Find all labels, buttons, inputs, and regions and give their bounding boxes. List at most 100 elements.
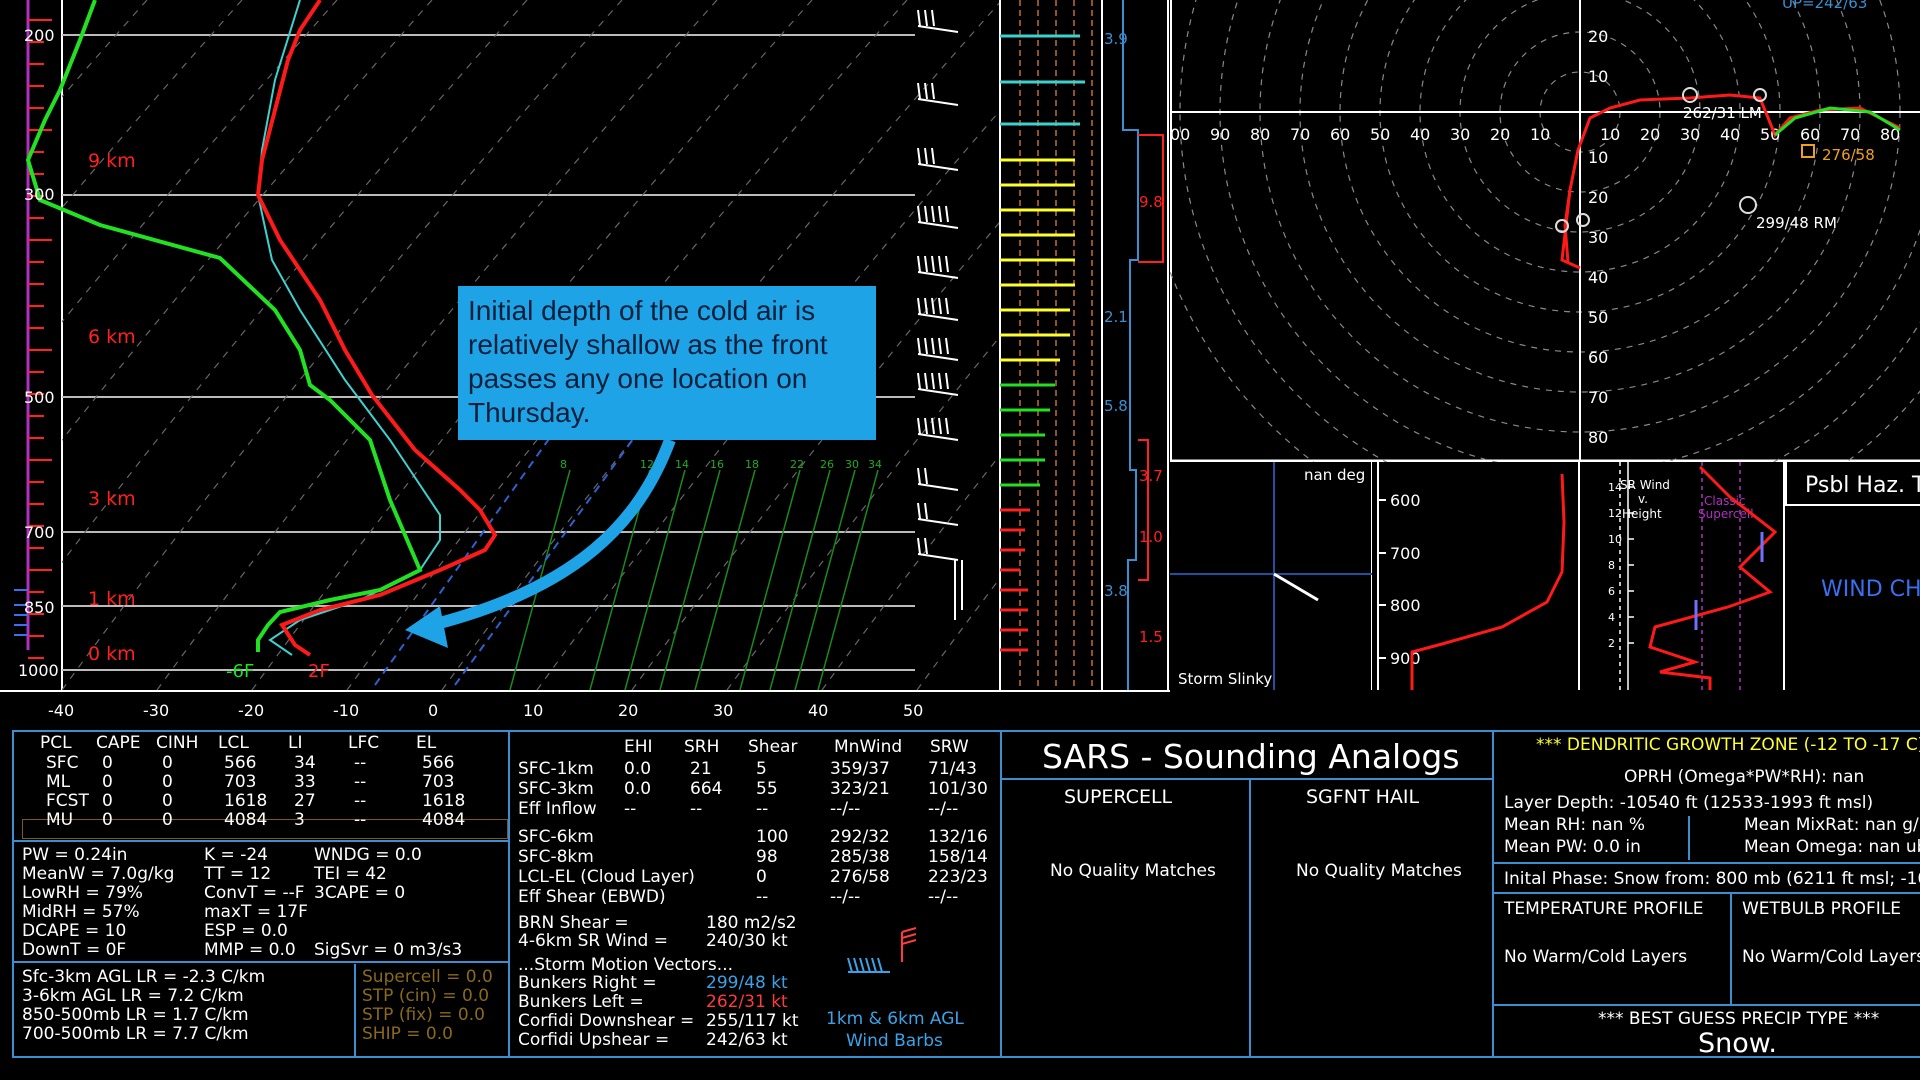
omega-trace — [1410, 473, 1566, 690]
hazard-title: Psbl Haz. T — [1805, 473, 1920, 498]
winter-panel: *** DENDRITIC GROWTH ZONE (-12 TO -17 C)… — [1492, 730, 1920, 1058]
sars-panel: SARS - Sounding Analogs SUPERCELL SGFNT … — [1000, 730, 1496, 1058]
hodo-x-label: 40 — [1410, 125, 1430, 144]
layer-depth-text: Layer Depth: -10540 ft (12533-1993 ft ms… — [1504, 793, 1874, 813]
hodo-y-label: 70 — [1588, 388, 1608, 407]
table-cell: LCL-EL (Cloud Layer) — [518, 867, 695, 887]
mixing-ratio-label: 8 — [560, 458, 567, 471]
hodo-y-label: 50 — [1588, 308, 1608, 327]
barb-caption: 1km & 6km AGL — [826, 1009, 964, 1029]
table-cell: 101/30 — [928, 779, 988, 799]
barb-caption: Wind Barbs — [846, 1031, 943, 1051]
table-cell: LowRH = 79% — [22, 883, 143, 903]
height-label: 6 km — [88, 326, 136, 348]
height-label: 0 km — [88, 643, 136, 665]
table-cell: LI — [288, 733, 303, 753]
rm-label: 299/48 RM — [1756, 214, 1837, 232]
table-cell: SRW — [930, 737, 969, 757]
hodo-y-label: 80 — [1588, 428, 1608, 447]
table-cell: 132/16 — [928, 827, 988, 847]
table-cell: 359/37 — [830, 759, 890, 779]
advection-label: 1.0 — [1139, 528, 1163, 546]
mixing-ratio-label: 18 — [745, 458, 759, 471]
hodo-x-label: 10 — [1530, 125, 1550, 144]
table-cell: 100 — [756, 827, 789, 847]
sfc-dewpoint-label: -6F — [226, 661, 254, 682]
srwind-tick-label: 12 — [1608, 507, 1622, 520]
mean-wind-label: 276/58 — [1822, 146, 1875, 164]
hodo-x-label: 20 — [1640, 125, 1660, 144]
srwind-tick-label: 8 — [1608, 559, 1615, 572]
table-cell: 703 — [224, 772, 257, 792]
table-cell: SigSvr = 0 m3/s3 — [314, 940, 463, 960]
table-cell: 0 — [102, 753, 113, 773]
srwind-title: Height — [1622, 507, 1662, 521]
pressure-label: 700 — [24, 523, 55, 542]
table-cell: 242/63 kt — [706, 1030, 788, 1050]
table-cell: ESP = 0.0 — [204, 921, 288, 941]
table-cell: 664 — [690, 779, 723, 799]
mixing-ratio-labels: 8 12 14 16 18 22 26 30 34 — [560, 458, 882, 471]
temperature-tick-label: 0 — [428, 701, 438, 720]
pressure-label: 200 — [24, 26, 55, 45]
table-cell: MnWind — [834, 737, 903, 757]
mean-wind-marker — [1801, 144, 1815, 158]
omega-panel: 600 700 800 900 — [1377, 462, 1580, 690]
table-cell: MeanW = 7.0g/kg — [22, 864, 175, 884]
table-cell: 276/58 — [830, 867, 890, 887]
pressure-label: 850 — [24, 598, 55, 617]
slinky-title: Storm Slinky — [1178, 670, 1272, 688]
mixing-ratio-label: 34 — [868, 458, 882, 471]
table-cell: Bunkers Left = — [518, 992, 644, 1012]
mean-omega-text: Mean Omega: nan ub/s — [1744, 837, 1920, 857]
table-cell: ConvT = --F — [204, 883, 305, 903]
srwind-tick-label: 10 — [1608, 533, 1622, 546]
table-cell: Shear — [748, 737, 798, 757]
table-cell: --/-- — [928, 799, 959, 819]
omega-label: 800 — [1390, 596, 1421, 615]
table-cell: SRH — [684, 737, 720, 757]
hodo-x-label: 60 — [1330, 125, 1350, 144]
table-cell: FCST — [46, 791, 89, 811]
warm-advection-box — [1138, 439, 1149, 581]
table-cell: Bunkers Right = — [518, 973, 657, 993]
table-cell: ML — [46, 772, 71, 792]
lm-label: 262/31 LM — [1683, 104, 1762, 122]
table-cell: 71/43 — [928, 759, 977, 779]
table-cell: -- — [756, 887, 769, 907]
hodo-x-label: 50 — [1370, 125, 1390, 144]
table-cell: 4084 — [422, 810, 466, 830]
table-cell: Supercell = 0.0 — [362, 967, 493, 987]
hodo-y-label: 60 — [1588, 348, 1608, 367]
table-cell: Corfidi Downshear = — [518, 1011, 695, 1031]
table-cell: SFC — [46, 753, 79, 773]
table-cell: PCL — [40, 733, 72, 753]
table-cell: 566 — [422, 753, 455, 773]
table-cell: --/-- — [928, 887, 959, 907]
hodo-x-label: 80 — [1250, 125, 1270, 144]
hodo-y-label: 40 — [1588, 268, 1608, 287]
advection-label: 3.8 — [1104, 582, 1128, 600]
table-cell: --/-- — [830, 799, 861, 819]
mixing-ratio-label: 14 — [675, 458, 689, 471]
temperature-tick-label: -40 — [48, 701, 74, 720]
table-cell: SHIP = 0.0 — [362, 1024, 453, 1044]
table-cell: TT = 12 — [204, 864, 272, 884]
hodograph-panel[interactable]: 00 90 80 70 60 50 40 30 20 10 10 20 30 40 50 60 70 80 20 … — [1170, 0, 1920, 462]
table-cell: -- — [756, 799, 769, 819]
wind-barb-icons — [847, 927, 917, 973]
pressure-label: 500 — [24, 388, 55, 407]
table-cell: SFC-3km — [518, 779, 594, 799]
sars-hail-result: No Quality Matches — [1296, 861, 1462, 881]
table-cell: Corfidi Upshear = — [518, 1030, 670, 1050]
height-label: 1 km — [88, 588, 136, 610]
table-cell: 255/117 kt — [706, 1011, 799, 1031]
temperature-tick-label: 10 — [523, 701, 543, 720]
table-cell: 0 — [162, 791, 173, 811]
table-cell: 4-6km SR Wind = — [518, 931, 668, 951]
table-cell: EHI — [624, 737, 653, 757]
thermo-panel: PCL CAPE CINH LCL LI LFC EL SFC 0 0 566 34 -- 566 ML 0 0… — [12, 730, 510, 1058]
table-cell: 292/32 — [830, 827, 890, 847]
table-cell: TEI = 42 — [314, 864, 387, 884]
table-cell: -- — [690, 799, 703, 819]
